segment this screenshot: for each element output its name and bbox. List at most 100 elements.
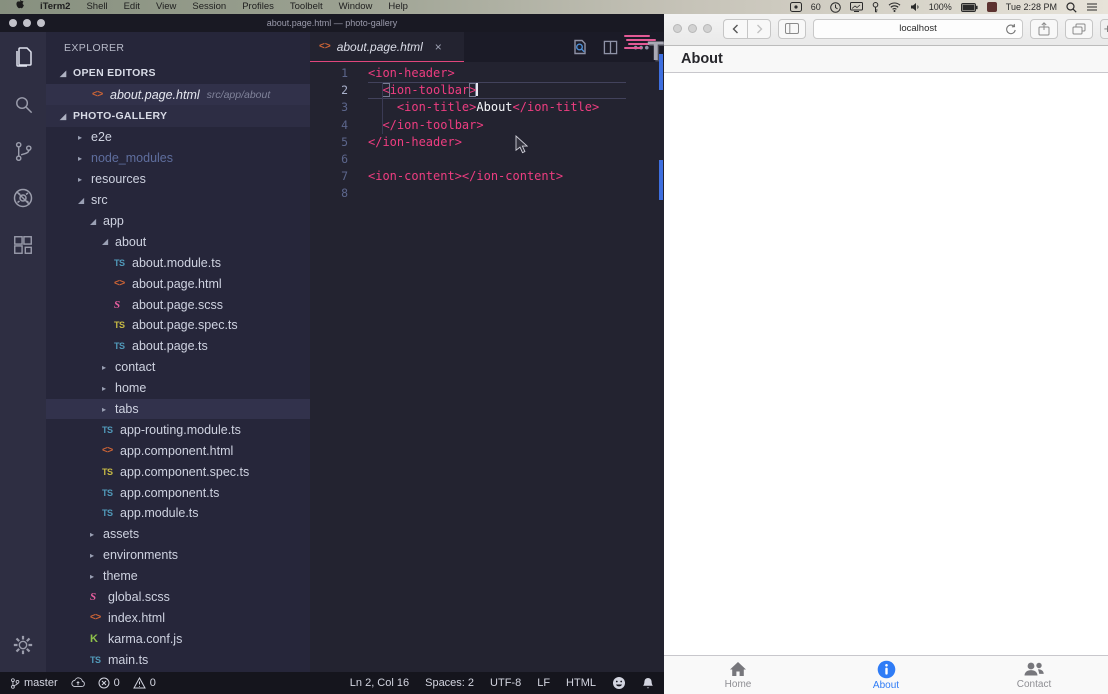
tree-item-e2e[interactable]: ▸e2e bbox=[46, 127, 310, 148]
battery-icon[interactable] bbox=[961, 3, 978, 12]
menu-session[interactable]: Session bbox=[184, 0, 234, 14]
key-icon[interactable] bbox=[872, 2, 879, 13]
tree-item-app.component.html[interactable]: <>app.component.html bbox=[46, 440, 310, 461]
tree-item-main.ts[interactable]: TSmain.ts bbox=[46, 649, 310, 670]
close-window-button[interactable] bbox=[673, 24, 682, 33]
app-status-icon[interactable] bbox=[987, 2, 997, 12]
tab-contact[interactable]: Contact bbox=[960, 656, 1108, 694]
encoding-setting[interactable]: UTF-8 bbox=[490, 677, 521, 689]
tree-item-assets[interactable]: ▸assets bbox=[46, 524, 310, 545]
tree-item-contact[interactable]: ▸contact bbox=[46, 357, 310, 378]
open-editor-item[interactable]: <> about.page.html src/app/about bbox=[46, 84, 310, 105]
menu-view[interactable]: View bbox=[148, 0, 184, 14]
tree-item-global.scss[interactable]: Sglobal.scss bbox=[46, 587, 310, 608]
code-line-1[interactable]: 1<ion-header> bbox=[310, 65, 664, 82]
code-line-2[interactable]: 2 <ion-toolbar> bbox=[310, 82, 664, 99]
tree-item-theme[interactable]: ▸theme bbox=[46, 566, 310, 587]
vscode-titlebar[interactable]: about.page.html — photo-gallery bbox=[0, 14, 664, 32]
tree-item-app.module.ts[interactable]: TSapp.module.ts bbox=[46, 503, 310, 524]
language-mode[interactable]: HTML bbox=[566, 677, 596, 689]
tree-item-environments[interactable]: ▸environments bbox=[46, 545, 310, 566]
search-icon[interactable] bbox=[10, 91, 36, 117]
menu-window[interactable]: Window bbox=[331, 0, 381, 14]
code-line-4[interactable]: 4 </ion-toolbar> bbox=[310, 117, 664, 134]
tab-about[interactable]: About bbox=[812, 656, 960, 694]
tree-item-home[interactable]: ▸home bbox=[46, 378, 310, 399]
tab-overview-button[interactable] bbox=[1065, 19, 1093, 39]
vscode-traffic-lights[interactable] bbox=[9, 19, 45, 27]
spotlight-icon[interactable] bbox=[1066, 2, 1077, 13]
tree-item-node_modules[interactable]: ▸node_modules bbox=[46, 148, 310, 169]
menu-edit[interactable]: Edit bbox=[116, 0, 148, 14]
sidebar-toggle-button[interactable] bbox=[778, 19, 806, 39]
tree-item-app[interactable]: ◢app bbox=[46, 211, 310, 232]
clock-icon[interactable] bbox=[830, 2, 841, 13]
menu-help[interactable]: Help bbox=[380, 0, 416, 14]
tree-item-app.component.ts[interactable]: TSapp.component.ts bbox=[46, 482, 310, 503]
back-button[interactable] bbox=[723, 19, 747, 39]
tab-home[interactable]: Home bbox=[664, 656, 812, 694]
eol-setting[interactable]: LF bbox=[537, 677, 550, 689]
split-editor-icon[interactable] bbox=[603, 40, 618, 55]
tree-item-about.page.ts[interactable]: TSabout.page.ts bbox=[46, 336, 310, 357]
source-control-icon[interactable] bbox=[10, 138, 36, 164]
code-area[interactable]: 1<ion-header>2 <ion-toolbar>3 <ion-title… bbox=[310, 62, 664, 672]
tree-item-about.page.scss[interactable]: Sabout.page.scss bbox=[46, 294, 310, 315]
close-tab-icon[interactable]: × bbox=[435, 40, 442, 54]
open-preview-icon[interactable] bbox=[572, 39, 588, 55]
menubar-clock[interactable]: Tue 2:28 PM bbox=[1006, 2, 1057, 12]
code-line-6[interactable]: 6 bbox=[310, 151, 664, 168]
menu-toolbelt[interactable]: Toolbelt bbox=[282, 0, 331, 14]
indentation-setting[interactable]: Spaces: 2 bbox=[425, 677, 474, 689]
minimize-window-button[interactable] bbox=[23, 19, 31, 27]
explorer-icon[interactable] bbox=[10, 44, 36, 70]
error-count[interactable]: 0 bbox=[98, 677, 120, 689]
close-window-button[interactable] bbox=[9, 19, 17, 27]
zoom-window-button[interactable] bbox=[37, 19, 45, 27]
forward-button[interactable] bbox=[747, 19, 771, 39]
debug-icon[interactable] bbox=[10, 185, 36, 211]
project-section[interactable]: ◢ PHOTO-GALLERY bbox=[46, 105, 310, 127]
extensions-icon[interactable] bbox=[10, 232, 36, 258]
editor-tab-about-page-html[interactable]: <> about.page.html × bbox=[310, 32, 464, 62]
minimize-window-button[interactable] bbox=[688, 24, 697, 33]
volume-icon[interactable] bbox=[910, 2, 920, 12]
display-icon[interactable] bbox=[850, 2, 863, 12]
share-button[interactable] bbox=[1030, 19, 1058, 39]
safari-traffic-lights[interactable] bbox=[673, 24, 712, 33]
wifi-icon[interactable] bbox=[888, 2, 901, 12]
zoom-window-button[interactable] bbox=[703, 24, 712, 33]
warning-count[interactable]: 0 bbox=[133, 677, 156, 689]
new-tab-button[interactable]: + bbox=[1100, 19, 1108, 39]
tree-item-resources[interactable]: ▸resources bbox=[46, 169, 310, 190]
menu-app-name[interactable]: iTerm2 bbox=[32, 0, 78, 14]
url-field[interactable]: localhost bbox=[813, 19, 1023, 39]
tree-item-app-routing.module.ts[interactable]: TSapp-routing.module.ts bbox=[46, 419, 310, 440]
tree-item-about.page.spec.ts[interactable]: TSabout.page.spec.ts bbox=[46, 315, 310, 336]
open-editors-section[interactable]: ◢ OPEN EDITORS bbox=[46, 62, 310, 84]
code-line-7[interactable]: 7<ion-content></ion-content> bbox=[310, 168, 664, 185]
tree-item-tabs[interactable]: ▸tabs bbox=[46, 399, 310, 420]
notification-center-icon[interactable] bbox=[1086, 2, 1098, 12]
cursor-position[interactable]: Ln 2, Col 16 bbox=[350, 677, 409, 689]
tree-item-karma.conf.js[interactable]: Kkarma.conf.js bbox=[46, 628, 310, 649]
settings-gear-icon[interactable] bbox=[10, 632, 36, 658]
tree-item-about.module.ts[interactable]: TSabout.module.ts bbox=[46, 252, 310, 273]
menu-shell[interactable]: Shell bbox=[78, 0, 115, 14]
tree-item-app.component.spec.ts[interactable]: TSapp.component.spec.ts bbox=[46, 461, 310, 482]
code-line-8[interactable]: 8 bbox=[310, 185, 664, 202]
screen-record-icon[interactable] bbox=[790, 2, 802, 12]
git-branch-indicator[interactable]: master bbox=[10, 677, 58, 690]
tree-item-about.page.html[interactable]: <>about.page.html bbox=[46, 273, 310, 294]
menu-profiles[interactable]: Profiles bbox=[234, 0, 282, 14]
tree-item-index.html[interactable]: <>index.html bbox=[46, 607, 310, 628]
apple-menu-icon[interactable] bbox=[7, 0, 32, 15]
fps-indicator[interactable]: 60 bbox=[811, 2, 821, 12]
tree-item-src[interactable]: ◢src bbox=[46, 190, 310, 211]
code-line-3[interactable]: 3 <ion-title>About</ion-title> bbox=[310, 99, 664, 116]
notifications-bell-icon[interactable] bbox=[642, 677, 654, 690]
tree-item-about[interactable]: ◢about bbox=[46, 231, 310, 252]
battery-percent[interactable]: 100% bbox=[929, 2, 952, 12]
code-line-5[interactable]: 5</ion-header> bbox=[310, 134, 664, 151]
reload-icon[interactable] bbox=[1005, 23, 1017, 39]
